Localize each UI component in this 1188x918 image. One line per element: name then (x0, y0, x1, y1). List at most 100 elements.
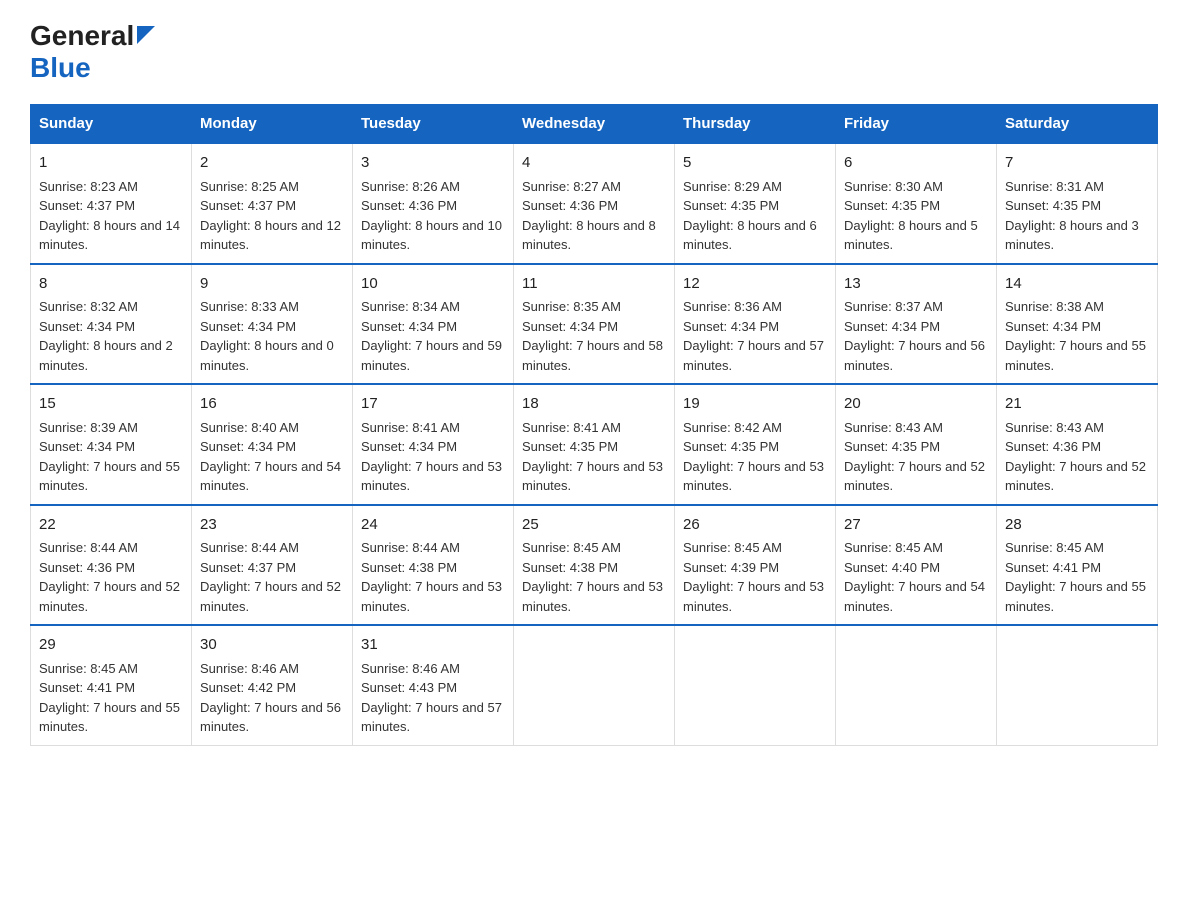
day-info: Sunrise: 8:25 AM Sunset: 4:37 PM Dayligh… (200, 177, 344, 255)
day-info: Sunrise: 8:31 AM Sunset: 4:35 PM Dayligh… (1005, 177, 1149, 255)
day-number: 30 (200, 634, 344, 657)
calendar-cell: 21 Sunrise: 8:43 AM Sunset: 4:36 PM Dayl… (997, 384, 1158, 505)
calendar-cell: 29 Sunrise: 8:45 AM Sunset: 4:41 PM Dayl… (31, 625, 192, 745)
day-info: Sunrise: 8:41 AM Sunset: 4:35 PM Dayligh… (522, 418, 666, 496)
day-info: Sunrise: 8:29 AM Sunset: 4:35 PM Dayligh… (683, 177, 827, 255)
calendar-header-row: SundayMondayTuesdayWednesdayThursdayFrid… (31, 105, 1158, 144)
calendar-cell: 13 Sunrise: 8:37 AM Sunset: 4:34 PM Dayl… (836, 264, 997, 385)
calendar-cell: 15 Sunrise: 8:39 AM Sunset: 4:34 PM Dayl… (31, 384, 192, 505)
calendar-week-row: 8 Sunrise: 8:32 AM Sunset: 4:34 PM Dayli… (31, 264, 1158, 385)
calendar-cell (514, 625, 675, 745)
day-info: Sunrise: 8:45 AM Sunset: 4:41 PM Dayligh… (1005, 538, 1149, 616)
day-info: Sunrise: 8:45 AM Sunset: 4:39 PM Dayligh… (683, 538, 827, 616)
day-info: Sunrise: 8:23 AM Sunset: 4:37 PM Dayligh… (39, 177, 183, 255)
calendar-cell: 6 Sunrise: 8:30 AM Sunset: 4:35 PM Dayli… (836, 143, 997, 264)
col-header-friday: Friday (836, 105, 997, 144)
day-number: 13 (844, 273, 988, 296)
calendar-cell: 16 Sunrise: 8:40 AM Sunset: 4:34 PM Dayl… (192, 384, 353, 505)
day-info: Sunrise: 8:41 AM Sunset: 4:34 PM Dayligh… (361, 418, 505, 496)
calendar-cell: 5 Sunrise: 8:29 AM Sunset: 4:35 PM Dayli… (675, 143, 836, 264)
day-info: Sunrise: 8:44 AM Sunset: 4:36 PM Dayligh… (39, 538, 183, 616)
calendar-cell: 20 Sunrise: 8:43 AM Sunset: 4:35 PM Dayl… (836, 384, 997, 505)
day-info: Sunrise: 8:37 AM Sunset: 4:34 PM Dayligh… (844, 297, 988, 375)
day-number: 26 (683, 514, 827, 537)
calendar-cell: 17 Sunrise: 8:41 AM Sunset: 4:34 PM Dayl… (353, 384, 514, 505)
day-number: 2 (200, 152, 344, 175)
logo: General Blue (30, 20, 155, 84)
page-header: General Blue (30, 20, 1158, 84)
day-info: Sunrise: 8:30 AM Sunset: 4:35 PM Dayligh… (844, 177, 988, 255)
day-number: 27 (844, 514, 988, 537)
calendar-cell (997, 625, 1158, 745)
day-number: 16 (200, 393, 344, 416)
calendar-table: SundayMondayTuesdayWednesdayThursdayFrid… (30, 104, 1158, 746)
calendar-cell: 30 Sunrise: 8:46 AM Sunset: 4:42 PM Dayl… (192, 625, 353, 745)
calendar-cell (836, 625, 997, 745)
col-header-sunday: Sunday (31, 105, 192, 144)
col-header-saturday: Saturday (997, 105, 1158, 144)
calendar-cell: 4 Sunrise: 8:27 AM Sunset: 4:36 PM Dayli… (514, 143, 675, 264)
day-info: Sunrise: 8:33 AM Sunset: 4:34 PM Dayligh… (200, 297, 344, 375)
day-info: Sunrise: 8:44 AM Sunset: 4:37 PM Dayligh… (200, 538, 344, 616)
calendar-cell: 26 Sunrise: 8:45 AM Sunset: 4:39 PM Dayl… (675, 505, 836, 626)
day-info: Sunrise: 8:42 AM Sunset: 4:35 PM Dayligh… (683, 418, 827, 496)
day-number: 20 (844, 393, 988, 416)
day-number: 4 (522, 152, 666, 175)
day-number: 14 (1005, 273, 1149, 296)
day-number: 25 (522, 514, 666, 537)
calendar-cell: 8 Sunrise: 8:32 AM Sunset: 4:34 PM Dayli… (31, 264, 192, 385)
day-number: 19 (683, 393, 827, 416)
calendar-cell: 27 Sunrise: 8:45 AM Sunset: 4:40 PM Dayl… (836, 505, 997, 626)
calendar-cell: 19 Sunrise: 8:42 AM Sunset: 4:35 PM Dayl… (675, 384, 836, 505)
day-number: 24 (361, 514, 505, 537)
col-header-thursday: Thursday (675, 105, 836, 144)
day-number: 18 (522, 393, 666, 416)
calendar-cell: 25 Sunrise: 8:45 AM Sunset: 4:38 PM Dayl… (514, 505, 675, 626)
day-number: 29 (39, 634, 183, 657)
day-info: Sunrise: 8:45 AM Sunset: 4:40 PM Dayligh… (844, 538, 988, 616)
calendar-cell: 9 Sunrise: 8:33 AM Sunset: 4:34 PM Dayli… (192, 264, 353, 385)
day-number: 3 (361, 152, 505, 175)
calendar-cell: 7 Sunrise: 8:31 AM Sunset: 4:35 PM Dayli… (997, 143, 1158, 264)
logo-arrow-icon (137, 26, 155, 49)
day-info: Sunrise: 8:35 AM Sunset: 4:34 PM Dayligh… (522, 297, 666, 375)
day-info: Sunrise: 8:46 AM Sunset: 4:42 PM Dayligh… (200, 659, 344, 737)
day-number: 15 (39, 393, 183, 416)
day-info: Sunrise: 8:32 AM Sunset: 4:34 PM Dayligh… (39, 297, 183, 375)
logo-blue: Blue (30, 52, 91, 84)
day-number: 12 (683, 273, 827, 296)
logo-general: General (30, 20, 134, 52)
calendar-cell: 18 Sunrise: 8:41 AM Sunset: 4:35 PM Dayl… (514, 384, 675, 505)
day-number: 1 (39, 152, 183, 175)
day-info: Sunrise: 8:39 AM Sunset: 4:34 PM Dayligh… (39, 418, 183, 496)
day-info: Sunrise: 8:36 AM Sunset: 4:34 PM Dayligh… (683, 297, 827, 375)
day-info: Sunrise: 8:43 AM Sunset: 4:36 PM Dayligh… (1005, 418, 1149, 496)
calendar-cell: 11 Sunrise: 8:35 AM Sunset: 4:34 PM Dayl… (514, 264, 675, 385)
col-header-tuesday: Tuesday (353, 105, 514, 144)
calendar-cell: 14 Sunrise: 8:38 AM Sunset: 4:34 PM Dayl… (997, 264, 1158, 385)
day-info: Sunrise: 8:43 AM Sunset: 4:35 PM Dayligh… (844, 418, 988, 496)
day-number: 9 (200, 273, 344, 296)
calendar-week-row: 29 Sunrise: 8:45 AM Sunset: 4:41 PM Dayl… (31, 625, 1158, 745)
calendar-cell: 23 Sunrise: 8:44 AM Sunset: 4:37 PM Dayl… (192, 505, 353, 626)
day-number: 28 (1005, 514, 1149, 537)
day-info: Sunrise: 8:27 AM Sunset: 4:36 PM Dayligh… (522, 177, 666, 255)
day-info: Sunrise: 8:46 AM Sunset: 4:43 PM Dayligh… (361, 659, 505, 737)
day-info: Sunrise: 8:44 AM Sunset: 4:38 PM Dayligh… (361, 538, 505, 616)
calendar-week-row: 22 Sunrise: 8:44 AM Sunset: 4:36 PM Dayl… (31, 505, 1158, 626)
day-number: 22 (39, 514, 183, 537)
col-header-wednesday: Wednesday (514, 105, 675, 144)
day-number: 23 (200, 514, 344, 537)
calendar-cell: 10 Sunrise: 8:34 AM Sunset: 4:34 PM Dayl… (353, 264, 514, 385)
day-info: Sunrise: 8:34 AM Sunset: 4:34 PM Dayligh… (361, 297, 505, 375)
day-number: 11 (522, 273, 666, 296)
day-number: 21 (1005, 393, 1149, 416)
calendar-cell: 2 Sunrise: 8:25 AM Sunset: 4:37 PM Dayli… (192, 143, 353, 264)
day-info: Sunrise: 8:45 AM Sunset: 4:41 PM Dayligh… (39, 659, 183, 737)
day-number: 5 (683, 152, 827, 175)
calendar-cell: 31 Sunrise: 8:46 AM Sunset: 4:43 PM Dayl… (353, 625, 514, 745)
calendar-week-row: 15 Sunrise: 8:39 AM Sunset: 4:34 PM Dayl… (31, 384, 1158, 505)
day-number: 31 (361, 634, 505, 657)
day-info: Sunrise: 8:40 AM Sunset: 4:34 PM Dayligh… (200, 418, 344, 496)
day-number: 17 (361, 393, 505, 416)
